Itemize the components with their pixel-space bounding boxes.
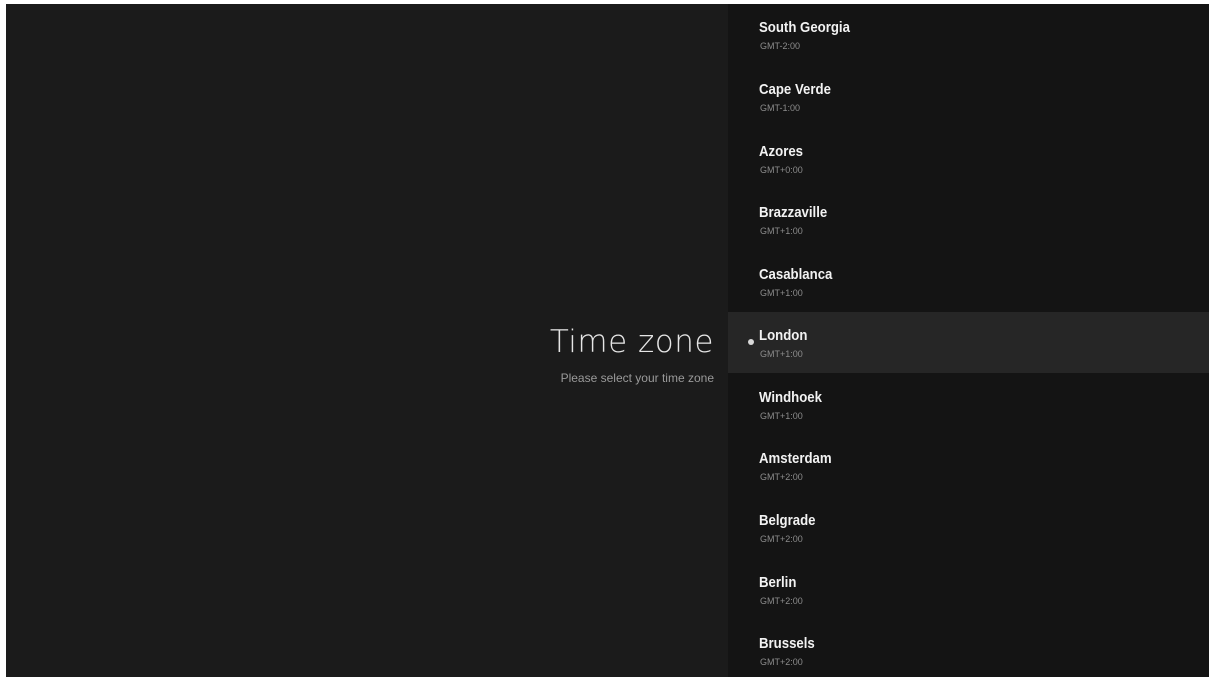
timezone-name: Berlin [759,574,797,591]
timezone-item-belgrade[interactable]: Belgrade GMT+2:00 [728,497,1209,558]
timezone-offset: GMT-2:00 [760,41,801,51]
timezone-offset: GMT+2:00 [760,472,803,482]
timezone-item-windhoek[interactable]: Windhoek GMT+1:00 [728,374,1209,435]
timezone-item-casablanca[interactable]: Casablanca GMT+1:00 [728,251,1209,312]
timezone-name: Casablanca [759,266,833,283]
timezone-name: Windhoek [759,389,822,406]
timezone-name: Amsterdam [759,450,832,467]
timezone-item-brazzaville[interactable]: Brazzaville GMT+1:00 [728,189,1209,250]
timezone-offset: GMT+1:00 [760,288,803,298]
tv-screen: Time zone Please select your time zone S… [6,4,1209,677]
timezone-name: Belgrade [759,512,816,529]
timezone-offset: GMT+2:00 [760,596,803,606]
timezone-name: Cape Verde [759,81,831,98]
timezone-name: South Georgia [759,19,850,36]
timezone-list[interactable]: South Georgia GMT-2:00 Cape Verde GMT-1:… [728,4,1209,677]
timezone-name: Brazzaville [759,204,828,221]
timezone-item-amsterdam[interactable]: Amsterdam GMT+2:00 [728,435,1209,496]
timezone-name: London [759,327,808,344]
setup-header: Time zone Please select your time zone [6,4,728,677]
timezone-item-berlin[interactable]: Berlin GMT+2:00 [728,559,1209,620]
timezone-item-cape-verde[interactable]: Cape Verde GMT-1:00 [728,66,1209,127]
timezone-offset: GMT+2:00 [760,657,803,667]
timezone-offset: GMT+0:00 [760,165,803,175]
timezone-item-london[interactable]: London GMT+1:00 [728,312,1209,373]
timezone-offset: GMT+2:00 [760,534,803,544]
page-title: Time zone [549,324,714,360]
timezone-offset: GMT+1:00 [760,411,803,421]
page-subtitle: Please select your time zone [560,371,714,385]
timezone-name: Azores [759,143,804,160]
timezone-item-brussels[interactable]: Brussels GMT+2:00 [728,620,1209,677]
selected-indicator-icon [748,339,754,345]
timezone-offset: GMT+1:00 [760,226,803,236]
timezone-item-south-georgia[interactable]: South Georgia GMT-2:00 [728,4,1209,65]
timezone-offset: GMT+1:00 [760,349,803,359]
timezone-offset: GMT-1:00 [760,103,801,113]
timezone-item-azores[interactable]: Azores GMT+0:00 [728,128,1209,189]
timezone-name: Brussels [759,635,815,652]
